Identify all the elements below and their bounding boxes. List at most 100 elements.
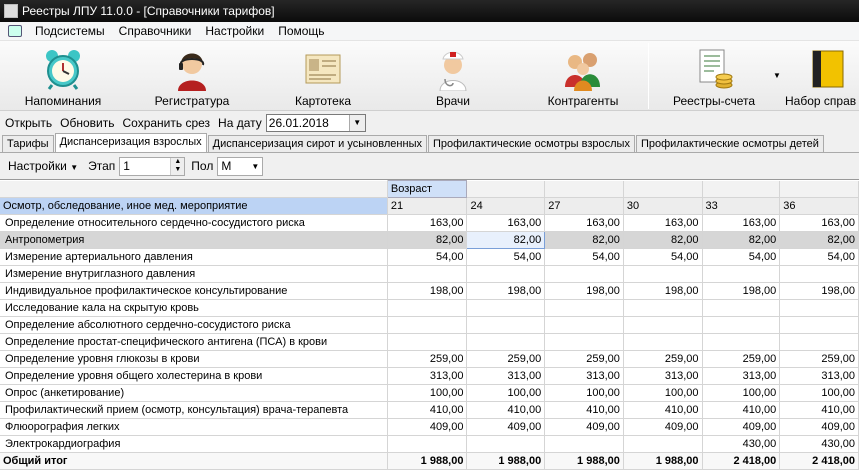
tab-child-checkups[interactable]: Профилактические осмотры детей (635, 135, 824, 152)
tariff-cell[interactable]: 409,00 (623, 418, 703, 436)
age-header-cell[interactable]: 30 (623, 197, 703, 215)
tariff-cell[interactable] (779, 299, 859, 317)
tariff-cell[interactable] (623, 299, 703, 317)
tariff-cell[interactable]: 259,00 (544, 350, 624, 368)
table-row[interactable]: Антропометрия 82,00 82,00 82,00 82,00 82,00 82… (0, 231, 859, 249)
tariff-cell[interactable] (466, 299, 546, 317)
table-row[interactable]: Определение относительного сердечно-сосу… (0, 214, 859, 232)
toolbar-doctors-button[interactable]: Врачи (398, 41, 508, 111)
tariff-cell[interactable]: 259,00 (466, 350, 546, 368)
tariff-cell[interactable]: 54,00 (466, 248, 546, 266)
tariff-cell[interactable]: 259,00 (387, 350, 468, 368)
tariff-cell[interactable]: 259,00 (702, 350, 781, 368)
tariff-cell[interactable]: 100,00 (702, 384, 781, 402)
tariff-cell[interactable]: 259,00 (623, 350, 703, 368)
table-row[interactable]: Профилактический прием (осмотр, консульт… (0, 401, 859, 419)
tariff-cell[interactable]: 430,00 (779, 435, 859, 453)
tab-adult-dispensary[interactable]: Диспансеризация взрослых (54, 133, 207, 152)
tariff-cell[interactable]: 54,00 (544, 248, 624, 266)
table-row[interactable]: Электрокардиография 430,00 430,00 (0, 435, 859, 453)
menu-references[interactable]: Справочники (112, 24, 199, 38)
tariff-cell[interactable]: 82,00 (623, 231, 703, 249)
tariff-cell[interactable]: 163,00 (702, 214, 781, 232)
menu-help[interactable]: Помощь (271, 24, 331, 38)
tariff-cell[interactable] (702, 333, 781, 351)
table-row[interactable]: Опрос (анкетирование) 100,00 100,00 100,00 1… (0, 384, 859, 402)
tariff-cell[interactable]: 410,00 (466, 401, 546, 419)
tariff-cell[interactable]: 410,00 (544, 401, 624, 419)
tariff-cell[interactable]: 163,00 (466, 214, 546, 232)
tariff-cell[interactable]: 100,00 (544, 384, 624, 402)
stage-spin-input[interactable]: 1 ▲ ▼ (119, 156, 186, 176)
tariff-cell[interactable] (466, 435, 546, 453)
tariff-cell[interactable]: 410,00 (387, 401, 468, 419)
tariff-cell[interactable]: 410,00 (779, 401, 859, 419)
tariff-cell[interactable]: 313,00 (387, 367, 468, 385)
table-row[interactable]: Определение абсолютного сердечно-сосудис… (0, 316, 859, 334)
spin-arrows-icon[interactable]: ▲ ▼ (170, 157, 185, 175)
tariff-cell[interactable] (387, 265, 468, 283)
tariff-cell[interactable] (466, 333, 546, 351)
age-column-header[interactable]: Возраст (386, 180, 468, 198)
tariff-cell[interactable]: 313,00 (466, 367, 546, 385)
tariff-cell[interactable] (387, 435, 468, 453)
menu-settings[interactable]: Настройки (198, 24, 271, 38)
tariff-cell[interactable]: 198,00 (544, 282, 624, 300)
age-header-cell[interactable]: 21 (387, 197, 468, 215)
tariff-cell[interactable]: 313,00 (779, 367, 859, 385)
tariff-cell[interactable]: 100,00 (623, 384, 703, 402)
tariff-cell[interactable]: 100,00 (387, 384, 468, 402)
tariff-cell[interactable] (387, 316, 468, 334)
date-input[interactable]: 26.01.2018 ▼ (265, 114, 366, 132)
tariff-cell[interactable]: 82,00 (544, 231, 624, 249)
tariff-cell[interactable]: 430,00 (702, 435, 781, 453)
invoices-dropdown-arrow[interactable]: ▼ (771, 41, 783, 111)
row-header-cell[interactable]: Осмотр, обследование, иное мед. мероприя… (0, 197, 388, 215)
tariff-cell[interactable]: 82,00 (387, 231, 468, 249)
save-slice-button[interactable]: Сохранить срез (122, 116, 210, 130)
age-header-cell[interactable]: 24 (466, 197, 546, 215)
tariff-grid[interactable]: Возраст Осмотр, обследование, иное мед. м… (0, 179, 859, 473)
tariff-cell[interactable] (779, 316, 859, 334)
tariff-cell[interactable]: 198,00 (702, 282, 781, 300)
tab-orphan-dispensary[interactable]: Диспансеризация сирот и усыновленных (207, 135, 427, 152)
tariff-cell[interactable] (623, 316, 703, 334)
refresh-button[interactable]: Обновить (60, 116, 114, 130)
toolbar-reminders-button[interactable]: Напоминания (8, 41, 118, 111)
menu-subsystems[interactable]: Подсистемы (28, 24, 112, 38)
tariff-cell[interactable]: 410,00 (623, 401, 703, 419)
tariff-cell[interactable] (702, 299, 781, 317)
tariff-cell[interactable] (702, 316, 781, 334)
tariff-cell[interactable]: 54,00 (387, 248, 468, 266)
tariff-cell[interactable]: 163,00 (623, 214, 703, 232)
tariff-cell[interactable]: 313,00 (623, 367, 703, 385)
table-row[interactable]: Определение простат-специфического антиг… (0, 333, 859, 351)
toolbar-invoices-button[interactable]: Реестры-счета (658, 41, 770, 111)
tariff-cell[interactable]: 82,00 (466, 231, 546, 249)
tariff-cell[interactable]: 198,00 (387, 282, 468, 300)
age-header-cell[interactable]: 36 (779, 197, 859, 215)
tariff-cell[interactable]: 409,00 (466, 418, 546, 436)
toolbar-card-index-button[interactable]: Картотека (268, 41, 378, 111)
open-button[interactable]: Открыть (5, 116, 52, 130)
tariff-cell[interactable] (623, 435, 703, 453)
tariff-cell[interactable]: 163,00 (779, 214, 859, 232)
tariff-cell[interactable]: 198,00 (779, 282, 859, 300)
tariff-cell[interactable] (387, 299, 468, 317)
tariff-cell[interactable] (387, 333, 468, 351)
toolbar-contractors-button[interactable]: Контрагенты (528, 41, 638, 111)
tariff-cell[interactable] (779, 333, 859, 351)
table-row[interactable]: Исследование кала на скрытую кровь (0, 299, 859, 317)
tariff-cell[interactable]: 54,00 (623, 248, 703, 266)
table-row[interactable]: Определение уровня глюкозы в крови 259,00… (0, 350, 859, 368)
tariff-cell[interactable]: 82,00 (779, 231, 859, 249)
tariff-cell[interactable] (466, 265, 546, 283)
toolbar-registry-button[interactable]: Регистратура (137, 41, 247, 111)
tariff-cell[interactable] (466, 316, 546, 334)
table-row[interactable]: Измерение артериального давления 54,00 54,… (0, 248, 859, 266)
toolbar-reference-set-button[interactable]: Набор справ (785, 41, 859, 111)
tariff-cell[interactable] (544, 333, 624, 351)
table-row[interactable]: Флюорография легких 409,00 409,00 409,00 409… (0, 418, 859, 436)
tariff-cell[interactable]: 82,00 (702, 231, 781, 249)
tariff-cell[interactable]: 313,00 (702, 367, 781, 385)
